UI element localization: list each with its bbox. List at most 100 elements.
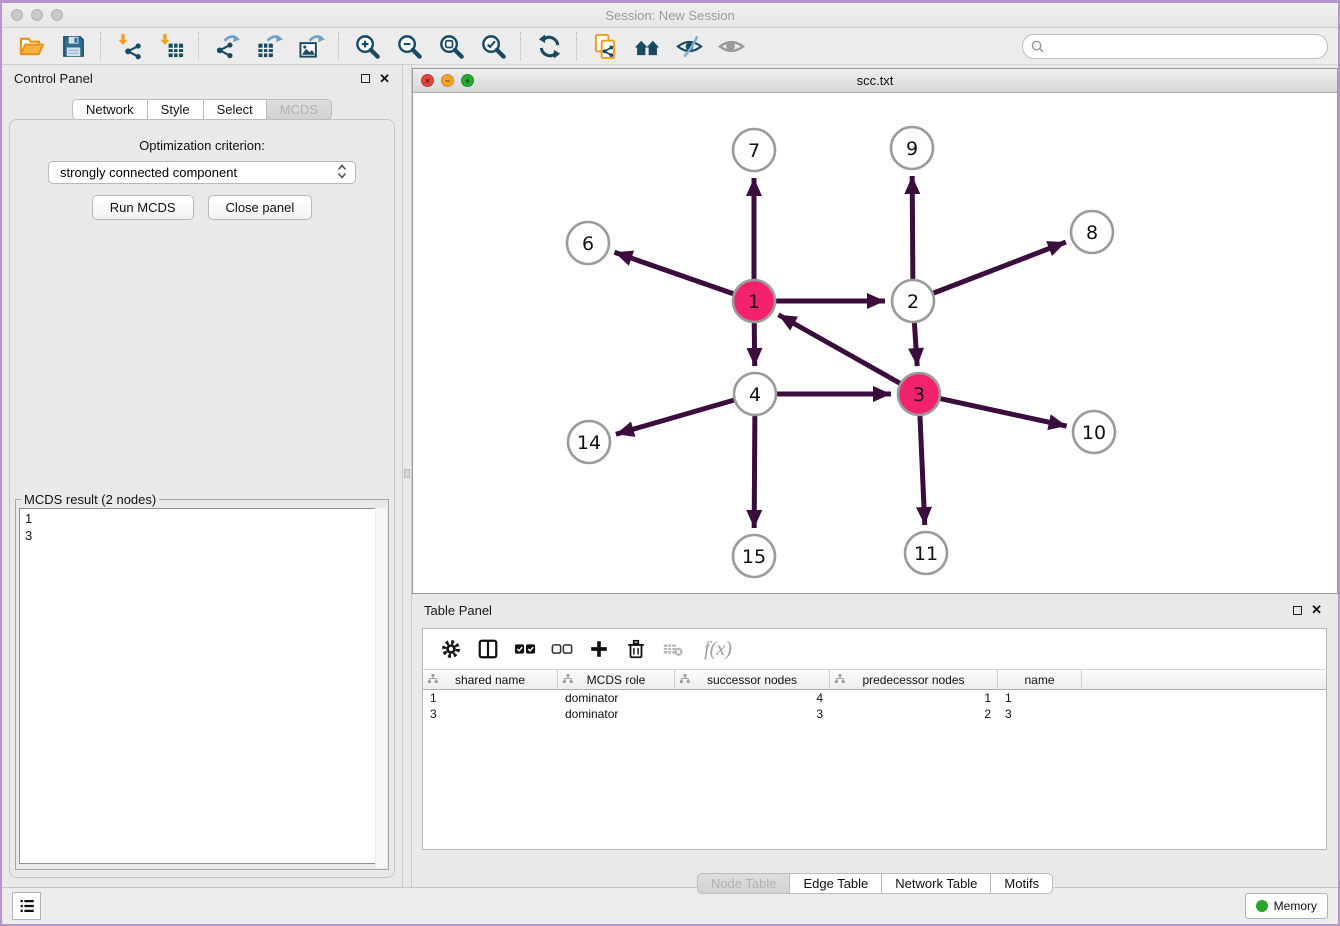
column-header-successor-nodes[interactable]: successor nodes [675,670,830,689]
main-toolbar [2,28,1338,65]
graph-edge-3-1[interactable] [778,315,904,386]
graph-edge-4-15[interactable] [754,411,755,528]
column-header-shared-name[interactable]: shared name [423,670,558,689]
show-columns-button[interactable] [476,637,500,661]
graph-edge-2-9[interactable] [912,176,913,284]
table-row-1[interactable]: 1dominator411 [423,690,1326,706]
table-tab-node-table[interactable]: Node Table [697,873,791,894]
table-cell[interactable]: 1 [423,690,558,706]
clone-network-icon [592,33,619,60]
open-session-button[interactable] [16,31,46,61]
delete-table-button [661,637,685,661]
import-network-button[interactable] [114,31,144,61]
table-cell[interactable]: dominator [558,706,675,722]
export-table-icon [256,33,283,60]
tab-mcds[interactable]: MCDS [267,99,332,120]
table-float-icon[interactable] [1293,606,1302,615]
splitter-grip[interactable] [404,469,410,478]
tab-select[interactable]: Select [204,99,267,120]
table-options-button[interactable] [439,637,463,661]
graph-edge-2-3[interactable] [914,318,917,366]
network-window-title: scc.txt [413,73,1337,88]
graph-edge-1-4[interactable] [754,318,755,366]
export-network-button[interactable] [212,31,242,61]
table-header-row: shared nameMCDS rolesuccessor nodesprede… [423,669,1326,690]
criterion-select[interactable]: strongly connected component [48,161,356,184]
deselect-all-button[interactable] [550,637,574,661]
network-window-titlebar[interactable]: × − + scc.txt [413,69,1337,93]
run-mcds-button[interactable]: Run MCDS [92,195,194,220]
control-panel-title: Control Panel [14,71,93,86]
hide-visual-button[interactable] [674,31,704,61]
tab-style[interactable]: Style [148,99,204,120]
column-header-predecessor-nodes[interactable]: predecessor nodes [830,670,998,689]
column-header-MCDS-role[interactable]: MCDS role [558,670,675,689]
home-views-button[interactable] [632,31,662,61]
mcds-tab-content: Optimization criterion: strongly connect… [9,119,395,878]
column-header-name[interactable]: name [998,670,1082,689]
task-history-button[interactable] [12,892,41,920]
tab-network[interactable]: Network [72,99,148,120]
mcds-result-text[interactable]: 1 3 [19,508,385,864]
table-tab-edge-table[interactable]: Edge Table [790,873,882,894]
save-session-button[interactable] [58,31,88,61]
network-graph: 7968124314101511 [413,93,1337,595]
zoom-fit-icon [438,33,465,60]
mcds-result-box: MCDS result (2 nodes) 1 3 [15,492,389,870]
table-close-icon[interactable]: ✕ [1311,605,1322,615]
graph-edge-3-10[interactable] [936,398,1067,426]
refresh-layout-button[interactable] [534,31,564,61]
graph-node-label-15: 15 [742,546,766,568]
import-table-icon [158,33,185,60]
vertical-splitter[interactable] [402,65,412,887]
table-cell[interactable]: 3 [675,706,830,722]
network-canvas[interactable]: 7968124314101511 [413,93,1337,593]
table-cell[interactable]: 1 [998,690,1082,706]
result-scrollbar[interactable] [375,508,387,868]
zoom-out-icon [396,33,423,60]
float-panel-icon[interactable] [361,74,370,83]
table-cell[interactable]: 2 [830,706,998,722]
graph-node-label-8: 8 [1086,222,1098,244]
zoom-out-button[interactable] [394,31,424,61]
show-visual-button[interactable] [716,31,746,61]
toolbar-divider [338,32,340,60]
column-tree-icon [835,674,845,684]
graph-edge-1-6[interactable] [614,252,738,295]
select-all-button[interactable] [513,637,537,661]
import-table-button[interactable] [156,31,186,61]
search-input[interactable] [1049,38,1319,55]
toolbar-divider [100,32,102,60]
export-table-button[interactable] [254,31,284,61]
table-tab-motifs[interactable]: Motifs [991,873,1053,894]
table-row-2[interactable]: 3dominator323 [423,706,1326,722]
graph-edge-4-14[interactable] [616,399,739,435]
export-image-button[interactable] [296,31,326,61]
table-panel-title: Table Panel [424,603,492,618]
create-column-button[interactable] [587,637,611,661]
table-cell[interactable]: dominator [558,690,675,706]
delete-table-icon [662,638,684,660]
table-tab-network-table[interactable]: Network Table [882,873,991,894]
search-box[interactable] [1022,34,1328,59]
zoom-in-button[interactable] [352,31,382,61]
zoom-selected-button[interactable] [478,31,508,61]
memory-button[interactable]: Memory [1245,893,1328,919]
export-network-icon [214,33,241,60]
table-cell[interactable]: 3 [423,706,558,722]
graph-edge-2-8[interactable] [929,242,1066,295]
zoom-fit-button[interactable] [436,31,466,61]
close-panel-button[interactable]: Close panel [208,195,313,220]
table-cell[interactable]: 4 [675,690,830,706]
graph-node-label-1: 1 [748,291,760,313]
clone-network-button[interactable] [590,31,620,61]
table-cell[interactable]: 1 [830,690,998,706]
graph-node-label-9: 9 [906,138,918,160]
table-panel-tabs: Node TableEdge TableNetwork TableMotifs [412,873,1338,894]
delete-column-button[interactable] [624,637,648,661]
column-tree-icon [680,674,690,684]
close-panel-icon[interactable]: ✕ [379,74,390,84]
memory-label: Memory [1274,899,1317,913]
table-cell[interactable]: 3 [998,706,1082,722]
graph-edge-3-11[interactable] [920,411,925,525]
